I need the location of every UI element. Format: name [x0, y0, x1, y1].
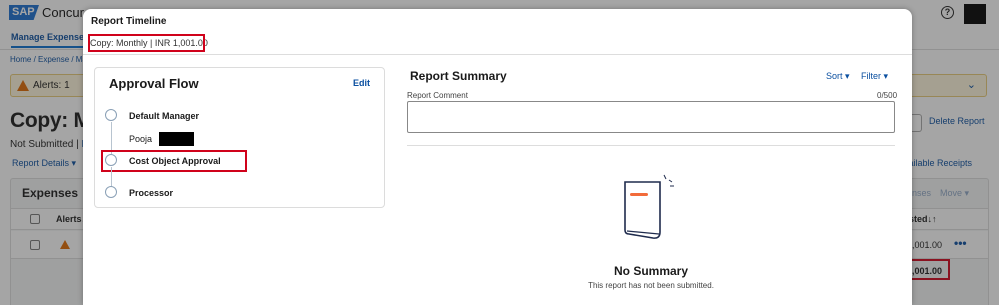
- edit-approval-flow-button[interactable]: Edit: [353, 78, 370, 88]
- sort-button[interactable]: Sort ▾: [826, 71, 850, 82]
- no-summary-title: No Summary: [613, 264, 689, 278]
- approval-flow-card: Approval Flow Edit Default Manager Pooja…: [94, 67, 385, 208]
- report-summary-title: Report Summary: [410, 69, 507, 83]
- step-processor: Processor: [129, 188, 174, 198]
- report-comment-label: Report Comment: [407, 91, 468, 100]
- step-circle-icon: [105, 109, 117, 121]
- chevron-down-icon: ▾: [883, 71, 889, 81]
- subtitle-highlight-box: [88, 34, 205, 52]
- cost-object-highlight-box: [101, 150, 247, 172]
- step-default-manager: Default Manager: [129, 111, 200, 121]
- empty-document-icon: [624, 174, 674, 239]
- divider: [83, 54, 912, 55]
- step-circle-icon: [105, 186, 117, 198]
- approval-flow-title: Approval Flow: [109, 76, 199, 91]
- approver-name: Pooja: [129, 134, 153, 144]
- report-timeline-modal: Report Timeline Copy: Monthly | INR 1,00…: [83, 9, 912, 305]
- sort-label: Sort: [826, 71, 843, 81]
- comment-char-count: 0/500: [877, 91, 898, 100]
- modal-title: Report Timeline: [91, 16, 167, 27]
- redacted-name: [159, 132, 194, 146]
- no-summary-text: This report has not been submitted.: [588, 281, 714, 290]
- filter-button[interactable]: Filter ▾: [861, 71, 888, 82]
- divider: [407, 145, 895, 146]
- report-comment-input[interactable]: [407, 101, 895, 133]
- chevron-down-icon: ▾: [845, 71, 850, 81]
- step-connector: [111, 167, 112, 187]
- filter-label: Filter: [861, 71, 881, 81]
